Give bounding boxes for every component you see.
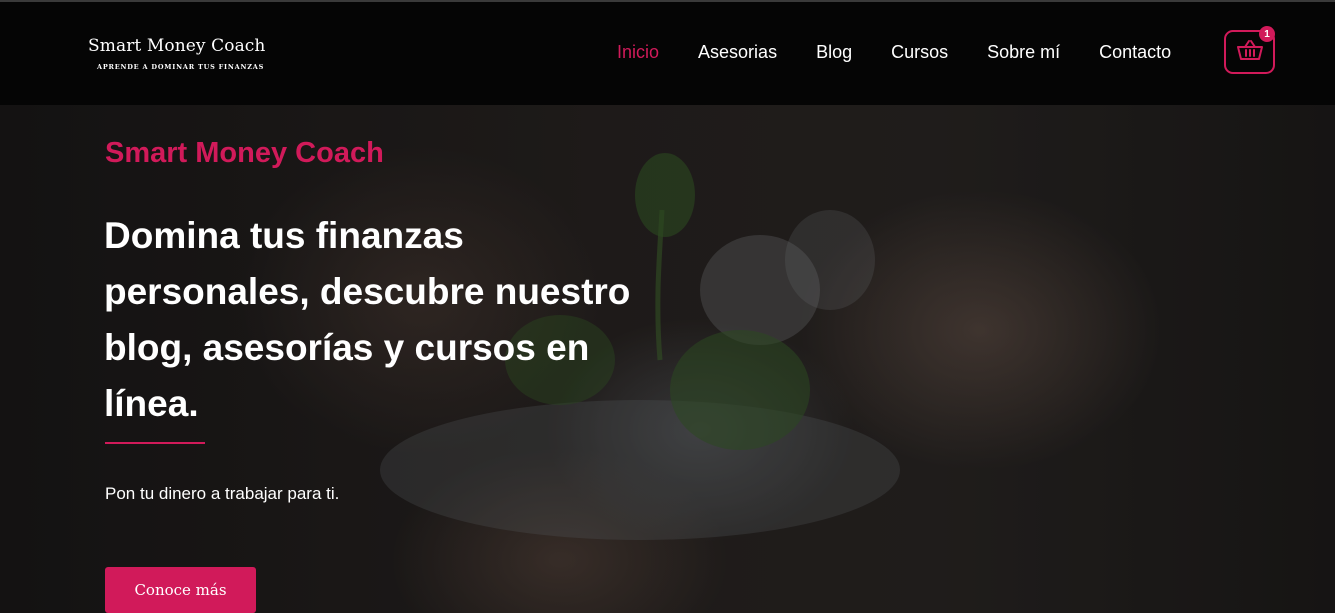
basket-icon	[1236, 39, 1263, 66]
logo-subtitle: APRENDE A DOMINAR TUS FINANZAS	[97, 63, 265, 71]
hero-headline: Domina tus finanzas personales, descubre…	[104, 215, 631, 424]
nav-item-inicio[interactable]: Inicio	[617, 42, 659, 63]
nav-item-sobre-mi[interactable]: Sobre mí	[987, 42, 1060, 63]
site-logo[interactable]: Smart Money Coach APRENDE A DOMINAR TUS …	[88, 36, 265, 71]
cart-count-badge: 1	[1259, 26, 1275, 42]
nav-item-blog[interactable]: Blog	[816, 42, 852, 63]
conoce-mas-button[interactable]: Conoce más	[105, 567, 256, 613]
main-nav: Inicio Asesorias Blog Cursos Sobre mí Co…	[617, 42, 1210, 63]
logo-title: Smart Money Coach	[88, 36, 266, 56]
nav-item-contacto[interactable]: Contacto	[1099, 42, 1171, 63]
hero-divider	[105, 442, 205, 444]
navbar: Smart Money Coach APRENDE A DOMINAR TUS …	[0, 2, 1335, 105]
hero-eyebrow: Smart Money Coach	[105, 137, 384, 169]
nav-item-cursos[interactable]: Cursos	[891, 42, 948, 63]
hero-tagline: Pon tu dinero a trabajar para ti.	[105, 484, 340, 503]
nav-item-asesorias[interactable]: Asesorias	[698, 42, 777, 63]
